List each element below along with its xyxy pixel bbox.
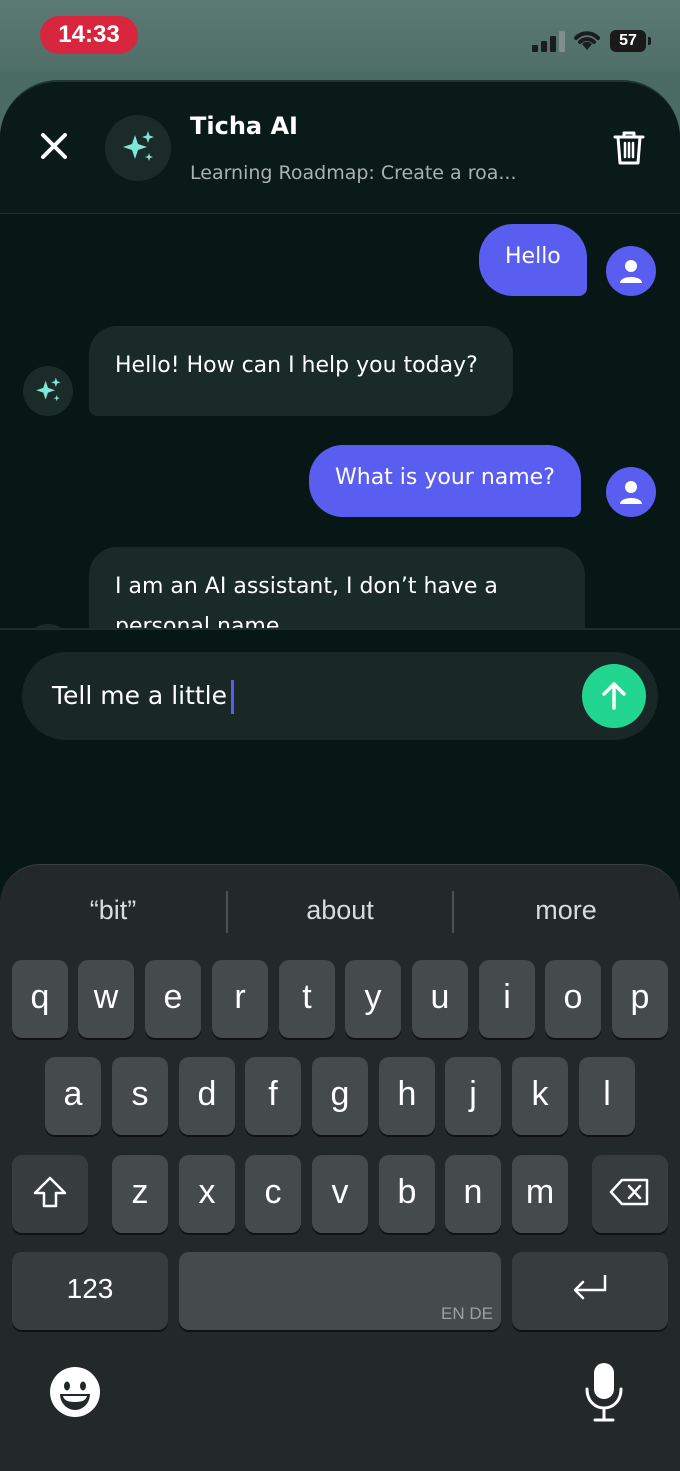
close-icon[interactable] [36,128,72,164]
key-d[interactable]: d [179,1057,235,1135]
return-icon [573,1275,607,1300]
key-j[interactable]: j [445,1057,501,1135]
key-y[interactable]: y [345,960,401,1038]
key-e[interactable]: e [145,960,201,1038]
backspace-icon [609,1178,649,1206]
message-input[interactable]: Tell me a little [52,652,235,740]
key-w[interactable]: w [78,960,134,1038]
battery-icon: 57 [610,30,651,52]
cellular-signal-icon [532,30,566,52]
message-composer[interactable]: Tell me a little [22,652,658,740]
key-o[interactable]: o [545,960,601,1038]
emoji-icon[interactable] [48,1365,102,1419]
backspace-key[interactable] [592,1155,668,1233]
key-a[interactable]: a [45,1057,101,1135]
key-s[interactable]: s [112,1057,168,1135]
wifi-icon [574,31,600,50]
key-n[interactable]: n [445,1155,501,1233]
suggestion-3[interactable]: more [453,885,679,935]
ai-avatar [23,366,73,416]
key-v[interactable]: v [312,1155,368,1233]
return-key[interactable] [512,1252,668,1330]
composer-divider [0,628,680,630]
suggestion-bar: “bit” about more [0,885,680,935]
user-message: What is your name? [309,445,581,517]
key-m[interactable]: m [512,1155,568,1233]
send-button[interactable] [582,664,646,728]
key-c[interactable]: c [245,1155,301,1233]
sparkle-icon [36,377,61,402]
text-caret [231,680,235,714]
key-i[interactable]: i [479,960,535,1038]
chat-header: Ticha AI Learning Roadmap: Create a roa.… [0,82,680,214]
microphone-icon[interactable] [584,1361,624,1423]
suggestion-1[interactable]: “bit” [0,885,226,935]
key-t[interactable]: t [279,960,335,1038]
key-b[interactable]: b [379,1155,435,1233]
numbers-key[interactable]: 123 [12,1252,168,1330]
arrow-up-icon [602,682,626,710]
suggestion-2[interactable]: about [227,885,453,935]
sparkle-icon [123,131,154,161]
key-x[interactable]: x [179,1155,235,1233]
message-list[interactable]: Hello Hello! How can I help you today? W… [0,214,680,628]
status-bar: 14:33 57 [0,0,680,72]
key-g[interactable]: g [312,1057,368,1135]
user-message: Hello [479,224,587,296]
keyboard-language-label: EN DE [441,1304,493,1323]
person-icon [620,481,642,504]
shift-key[interactable] [12,1155,88,1233]
key-h[interactable]: h [379,1057,435,1135]
key-q[interactable]: q [12,960,68,1038]
ai-avatar [105,115,171,181]
key-l[interactable]: l [579,1057,635,1135]
keyboard: “bit” about more q w e r t y u i o p a s… [0,864,680,1471]
shift-icon [33,1176,67,1208]
key-z[interactable]: z [112,1155,168,1233]
key-u[interactable]: u [412,960,468,1038]
user-avatar [606,467,656,517]
key-p[interactable]: p [612,960,668,1038]
ai-message: I am an AI assistant, I don’t have a per… [89,547,585,628]
trash-icon[interactable] [612,130,646,166]
key-f[interactable]: f [245,1057,301,1135]
ai-message: Hello! How can I help you today? [89,326,513,416]
user-avatar [606,246,656,296]
key-r[interactable]: r [212,960,268,1038]
message-input-text: Tell me a little [52,681,228,710]
space-key[interactable]: EN DE [179,1252,501,1330]
person-icon [620,260,642,283]
status-time: 14:33 [40,16,138,54]
chat-subtitle: Learning Roadmap: Create a roa... [190,162,517,184]
key-k[interactable]: k [512,1057,568,1135]
chat-title: Ticha AI [190,112,298,140]
